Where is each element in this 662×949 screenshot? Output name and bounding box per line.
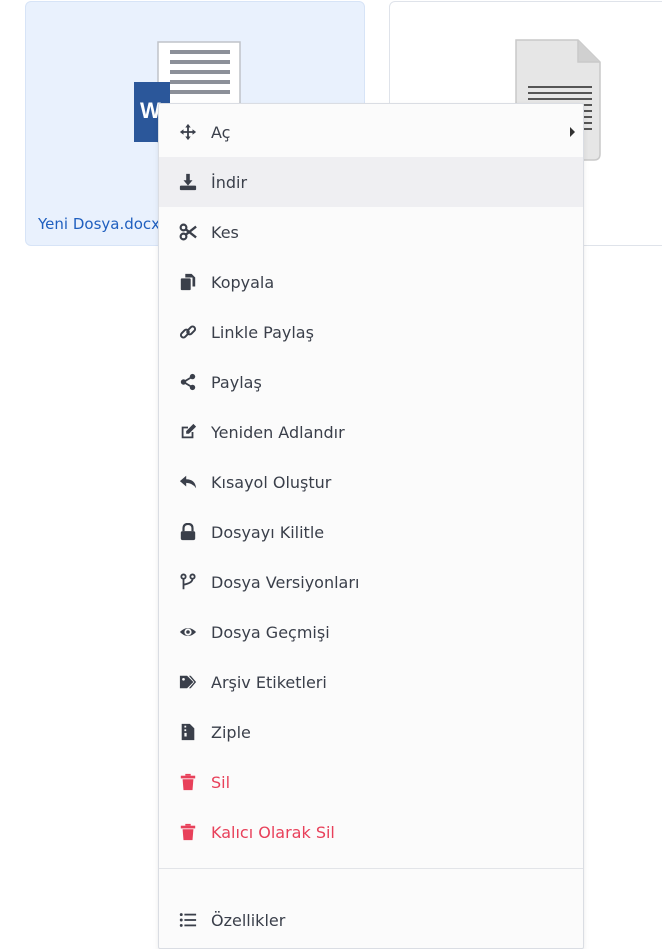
menu-item-label: Arşiv Etiketleri [211,672,327,692]
menu-item-copy[interactable]: Kopyala [159,257,583,307]
menu-item-label: Dosya Geçmişi [211,622,330,642]
copy-icon [177,271,199,293]
menu-item-delete-permanently[interactable]: Kalıcı Olarak Sil [159,807,583,857]
reply-arrow-icon [177,471,199,493]
menu-item-create-shortcut[interactable]: Kısayol Oluştur [159,457,583,507]
zip-file-icon [177,721,199,743]
menu-item-label: Dosyayı Kilitle [211,522,325,542]
menu-item-share[interactable]: Paylaş [159,357,583,407]
menu-item-label: İndir [211,172,248,192]
menu-item-properties[interactable]: Özellikler [159,895,583,945]
trash-icon [177,771,199,793]
menu-item-label: Kalıcı Olarak Sil [211,822,335,842]
context-menu: Aç İndir Kes Kopyala Linkle Paylaş Payla… [158,103,584,949]
menu-item-file-versions[interactable]: Dosya Versiyonları [159,557,583,607]
submenu-arrow-icon [570,127,575,137]
menu-item-label: Aç [211,122,231,142]
tags-icon [177,671,199,693]
edit-icon [177,421,199,443]
list-icon [177,909,199,931]
menu-item-lock-file[interactable]: Dosyayı Kilitle [159,507,583,557]
menu-item-label: Ziple [211,722,251,742]
lock-icon [177,521,199,543]
menu-divider [159,868,583,869]
move-arrows-icon [177,121,199,143]
menu-item-cut[interactable]: Kes [159,207,583,257]
scissors-icon [177,221,199,243]
menu-item-label: Sil [211,772,231,792]
menu-item-download[interactable]: İndir [159,157,583,207]
share-icon [177,371,199,393]
menu-item-label: Kısayol Oluştur [211,472,332,492]
menu-item-label: Kopyala [211,272,275,292]
eye-icon [177,621,199,643]
link-icon [177,321,199,343]
menu-item-delete[interactable]: Sil [159,757,583,807]
menu-item-file-history[interactable]: Dosya Geçmişi [159,607,583,657]
menu-item-open[interactable]: Aç [159,107,583,157]
menu-item-archive-tags[interactable]: Arşiv Etiketleri [159,657,583,707]
menu-item-label: Yeniden Adlandır [211,422,345,442]
download-icon [177,171,199,193]
menu-item-rename[interactable]: Yeniden Adlandır [159,407,583,457]
menu-item-label: Özellikler [211,910,286,930]
file-name-label[interactable]: Yeni Dosya.docx [38,215,160,233]
menu-item-zip[interactable]: Ziple [159,707,583,757]
trash-icon [177,821,199,843]
menu-item-label: Kes [211,222,239,242]
menu-item-share-link[interactable]: Linkle Paylaş [159,307,583,357]
code-branch-icon [177,571,199,593]
menu-item-label: Paylaş [211,372,262,392]
menu-item-label: Linkle Paylaş [211,322,314,342]
menu-item-label: Dosya Versiyonları [211,572,360,592]
